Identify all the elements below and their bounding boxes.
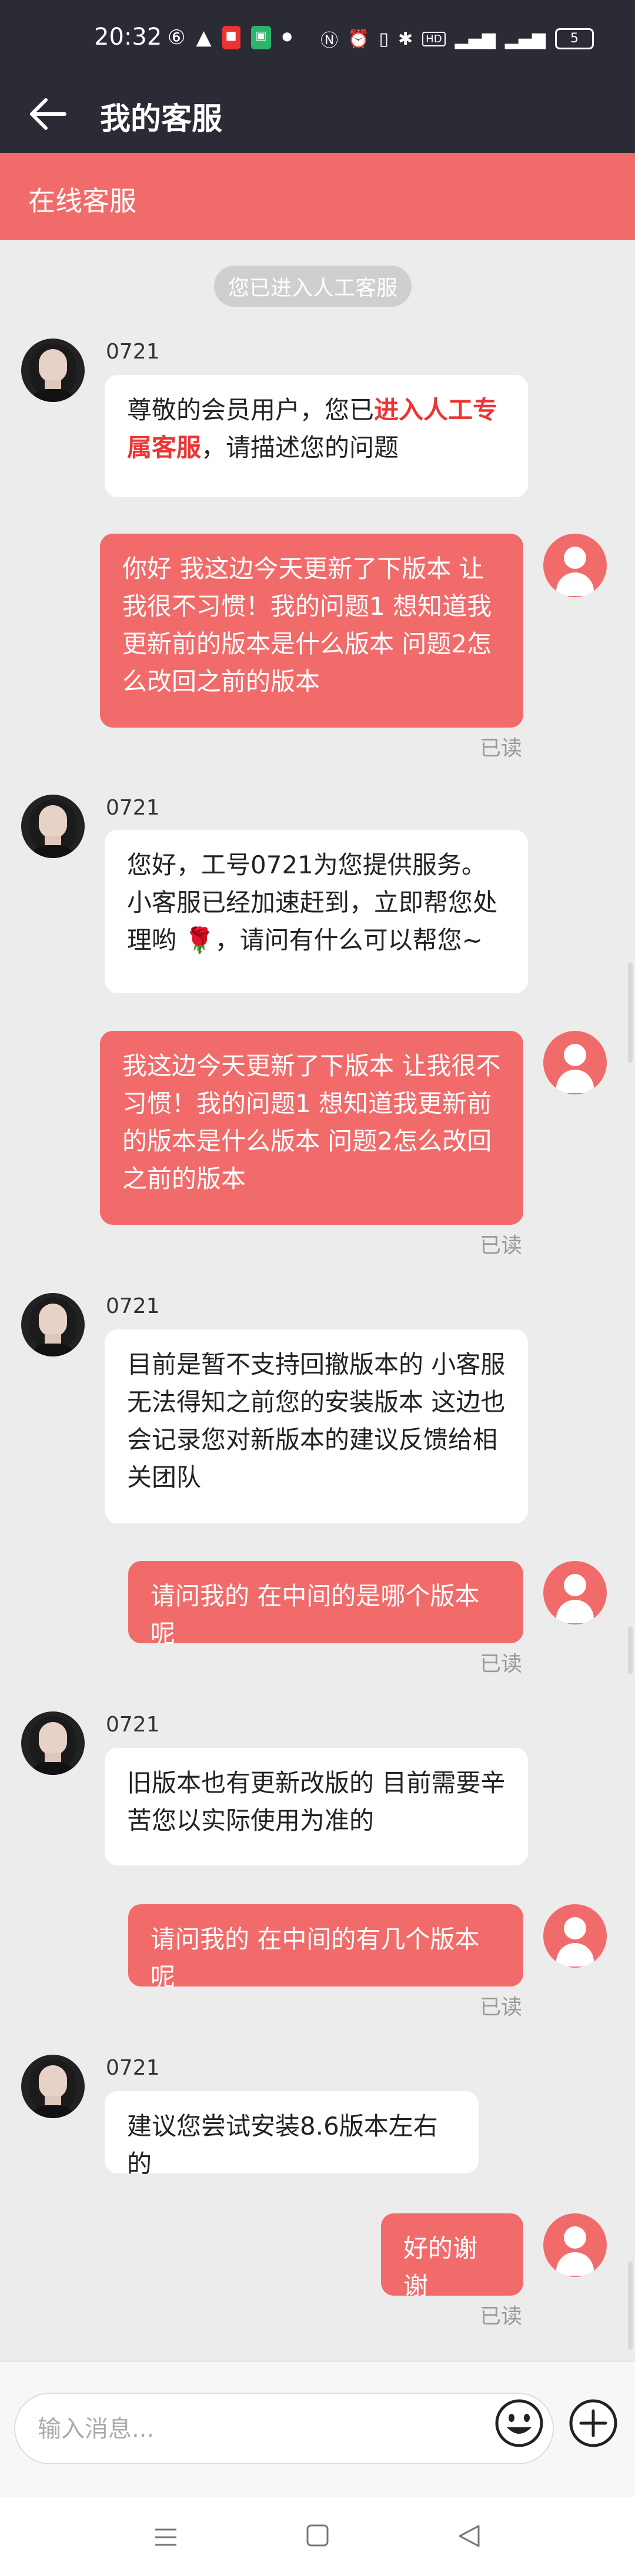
battery-indicator: 5 [555, 28, 594, 49]
agent-message-bubble[interactable]: 您好，工号0721为您提供服务。 小客服已经加速赶到，立即帮您处理哟 🌹，请问有… [105, 830, 528, 993]
user-avatar[interactable] [543, 1561, 607, 1624]
system-navigation-bar [0, 2497, 635, 2576]
header: 我的客服 [0, 76, 635, 153]
message-text: 建议您尝试安装8.6版本左右的 [127, 2112, 438, 2178]
status-bar: 20:32 ⑥ ▲ ■ ▣ ● Ⓝ ⏰ ▯ ✱ HD ▂▄▆ ▂▄▆ 5 [0, 0, 635, 76]
bluetooth-icon: ✱ [398, 28, 413, 49]
user-avatar[interactable] [543, 1031, 607, 1094]
agent-name: 0721 [106, 1713, 160, 1737]
nav-back-icon[interactable] [457, 2524, 481, 2548]
user-message-bubble[interactable]: 你好 我这边今天更新了下版本 让我很不习惯！我的问题1 想知道我更新前的版本是什… [100, 534, 523, 728]
app-badge-icon: ■ [222, 26, 240, 49]
message-text: 尊敬的会员用户，您已 [127, 396, 375, 424]
user-avatar[interactable] [543, 2213, 607, 2277]
vibrate-icon: ▯ [379, 28, 389, 49]
read-status: 已读 [480, 1652, 523, 1676]
emoji-icon[interactable] [494, 2398, 544, 2448]
read-status: 已读 [480, 1234, 523, 1258]
online-service-label: 在线客服 [28, 185, 136, 217]
agent-name: 0721 [106, 2056, 160, 2080]
user-message-bubble[interactable]: 我这边今天更新了下版本 让我很不习惯！我的问题1 想知道我更新前的版本是什么版本… [100, 1031, 523, 1225]
user-message-bubble[interactable]: 请问我的 在中间的有几个版本呢 [128, 1904, 523, 1991]
agent-avatar[interactable] [21, 339, 85, 402]
nfc-icon: Ⓝ [320, 31, 339, 51]
message-text: 旧版本也有更新改版的 目前需要辛苦您以实际使用为准的 [127, 1768, 506, 1835]
agent-avatar[interactable] [21, 1711, 85, 1775]
page-title: 我的客服 [100, 102, 223, 137]
agent-message-bubble[interactable]: 目前是暂不支持回撤版本的 小客服无法得知之前您的安装版本 这边也会记录您对新版本… [105, 1329, 528, 1523]
read-status: 已读 [480, 736, 523, 761]
user-message-bubble[interactable]: 好的谢谢 [381, 2213, 523, 2300]
message-text: 目前是暂不支持回撤版本的 小客服无法得知之前您的安装版本 这边也会记录您对新版本… [127, 1350, 506, 1492]
scrollbar-thumb[interactable] [628, 2262, 633, 2350]
online-service-bar: 在线客服 [0, 153, 635, 240]
rose-emoji: 🌹 [184, 926, 215, 954]
message-text: 请问我的 在中间的有几个版本呢 [151, 1925, 480, 1991]
agent-name: 0721 [106, 796, 160, 820]
chat-area[interactable]: 您已进入人工客服 0721 尊敬的会员用户，您已进入人工专属客服，请描述您的问题… [0, 240, 635, 2361]
status-time: 20:32 [94, 24, 162, 51]
agent-message-bubble[interactable]: 建议您尝试安装8.6版本左右的 [105, 2091, 479, 2178]
status-left-icons: ⑥ ▲ ■ ▣ ● [168, 26, 292, 49]
recent-apps-icon[interactable] [154, 2527, 178, 2547]
signal-4g-icon: ▂▄▆ [454, 28, 496, 49]
hd-icon: HD [422, 31, 446, 46]
read-status: 已读 [480, 1995, 523, 2019]
alarm-icon: ⏰ [347, 28, 370, 49]
read-status: 已读 [480, 2304, 523, 2329]
user-avatar[interactable] [543, 534, 607, 597]
message-input[interactable] [36, 2408, 497, 2450]
agent-message-bubble[interactable]: 尊敬的会员用户，您已进入人工专属客服，请描述您的问题 [105, 375, 528, 497]
agent-name: 0721 [106, 340, 160, 364]
agent-name: 0721 [106, 1294, 160, 1318]
agent-avatar[interactable] [21, 795, 85, 858]
back-arrow-icon[interactable] [28, 96, 67, 132]
message-input-bar [0, 2361, 635, 2497]
message-text: 你好 我这边今天更新了下版本 让我很不习惯！我的问题1 想知道我更新前的版本是什… [122, 554, 492, 696]
agent-avatar[interactable] [21, 2055, 85, 2118]
plus-icon[interactable] [568, 2398, 619, 2448]
phone-app-icon: ▣ [250, 26, 272, 49]
weibo-icon: ⑥ [168, 26, 186, 49]
agent-message-bubble[interactable]: 旧版本也有更新改版的 目前需要辛苦您以实际使用为准的 [105, 1748, 528, 1865]
warning-icon: ▲ [196, 26, 212, 49]
system-notice: 您已进入人工客服 [214, 266, 412, 307]
message-text: 请问我的 在中间的是哪个版本呢 [151, 1582, 480, 1648]
status-right-icons: Ⓝ ⏰ ▯ ✱ HD ▂▄▆ ▂▄▆ 5 [320, 26, 594, 52]
message-text: ，请问有什么可以帮您~ [215, 926, 483, 954]
user-avatar[interactable] [543, 1904, 607, 1968]
message-text: 我这边今天更新了下版本 让我很不习惯！我的问题1 想知道我更新前的版本是什么版本… [122, 1051, 501, 1193]
message-input-box[interactable] [14, 2393, 554, 2464]
scrollbar-thumb[interactable] [628, 1627, 633, 1674]
message-text: 好的谢谢 [403, 2234, 478, 2300]
dot-icon: ● [282, 29, 292, 43]
message-text: ，请描述您的问题 [201, 433, 399, 462]
scrollbar-thumb[interactable] [628, 963, 633, 1063]
agent-avatar[interactable] [21, 1293, 85, 1356]
signal-4g-2-icon: ▂▄▆ [504, 28, 546, 49]
home-icon[interactable] [306, 2524, 329, 2547]
user-message-bubble[interactable]: 请问我的 在中间的是哪个版本呢 [128, 1561, 523, 1648]
